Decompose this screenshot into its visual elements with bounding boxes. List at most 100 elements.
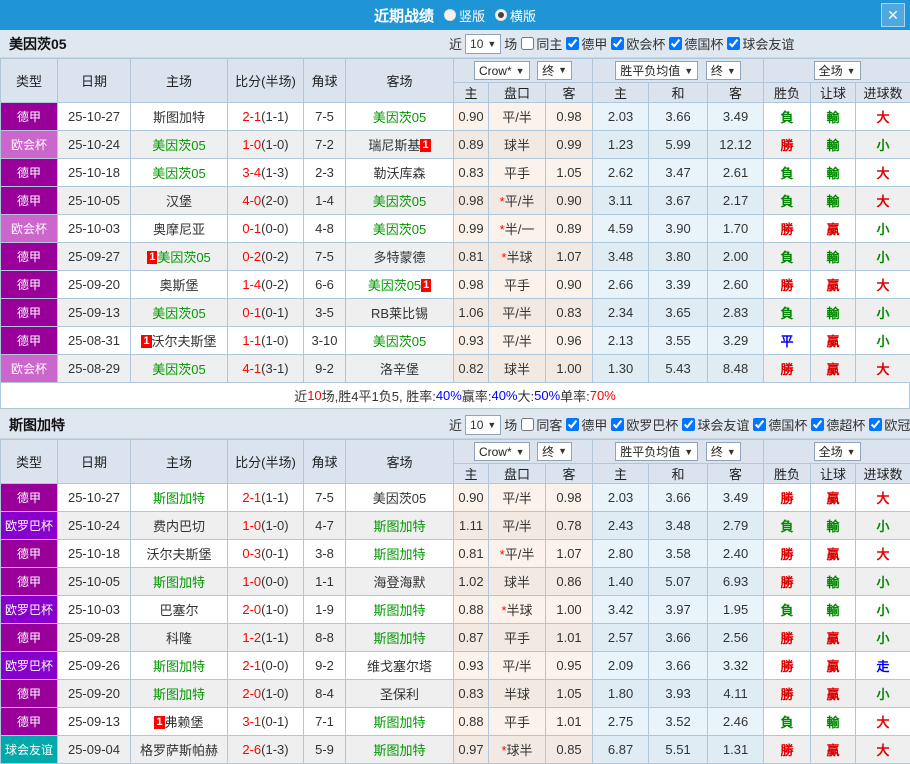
bookmaker-select[interactable]: Crow*▼ bbox=[474, 61, 530, 80]
league-checkbox[interactable] bbox=[611, 37, 624, 50]
league-checkbox[interactable] bbox=[753, 418, 766, 431]
avg-odds-select[interactable]: 胜平负均值▼ bbox=[615, 61, 698, 80]
home-team-cell: 费内巴切 bbox=[131, 512, 228, 540]
team2-name: 斯图加特 bbox=[9, 415, 449, 435]
away-team-cell: 斯图加特 bbox=[346, 624, 454, 652]
col-corner: 角球 bbox=[304, 440, 346, 484]
asian-odds-cell: 0.98 bbox=[454, 187, 489, 215]
avg-odds-cell: 2.34 bbox=[593, 299, 649, 327]
same-venue-option[interactable]: 同客 bbox=[520, 415, 562, 434]
halftime-score: (0-0) bbox=[261, 658, 288, 673]
corner-cell: 8-8 bbox=[304, 624, 346, 652]
league-filter-option[interactable]: 德国杯 bbox=[668, 34, 723, 53]
fulltime-score: 3-4 bbox=[242, 165, 261, 180]
handicap-cell: 平/半 bbox=[489, 327, 546, 355]
league-filter-option[interactable]: 欧会杯 bbox=[610, 34, 665, 53]
handicap-result-cell: 贏 bbox=[811, 484, 856, 512]
dropdown-arrow-icon: ▼ bbox=[558, 65, 567, 75]
team-label: 美因茨05 bbox=[157, 250, 210, 265]
bookmaker-select[interactable]: Crow*▼ bbox=[474, 442, 530, 461]
handicap-cell: *球半 bbox=[489, 736, 546, 764]
close-icon[interactable]: ✕ bbox=[881, 3, 905, 27]
avg-time-select[interactable]: 终▼ bbox=[706, 442, 741, 461]
same-venue-option[interactable]: 同主 bbox=[520, 34, 562, 53]
halftime-score: (1-0) bbox=[261, 518, 288, 533]
score-cell: 3-1(0-1) bbox=[228, 708, 304, 736]
fulltime-score: 2-0 bbox=[242, 602, 261, 617]
league-filter-option[interactable]: 欧冠杯 bbox=[868, 415, 910, 434]
period-select[interactable]: 全场▼ bbox=[814, 442, 861, 461]
league-checkbox[interactable] bbox=[669, 37, 682, 50]
col-avg-away: 客 bbox=[708, 464, 764, 484]
avg-odds-select[interactable]: 胜平负均值▼ bbox=[615, 442, 698, 461]
team-label: 美因茨05 bbox=[152, 306, 205, 321]
match-date: 25-10-27 bbox=[58, 103, 131, 131]
league-filter-option[interactable]: 德超杯 bbox=[810, 415, 865, 434]
layout-vertical-radio[interactable]: 竖版 bbox=[444, 6, 485, 25]
league-checkbox[interactable] bbox=[566, 37, 579, 50]
league-filter-option[interactable]: 德国杯 bbox=[752, 415, 807, 434]
avg-odds-cell: 2.43 bbox=[593, 512, 649, 540]
wdl-result-cell: 平 bbox=[764, 327, 811, 355]
team-label: 维戈塞尔塔 bbox=[367, 659, 432, 674]
recent-count-select[interactable]: 10 ▼ bbox=[465, 415, 501, 435]
halftime-score: (1-3) bbox=[261, 165, 288, 180]
radio-selected-icon bbox=[495, 9, 507, 21]
col-wdl: 胜负 bbox=[764, 83, 811, 103]
team-label: 斯图加特 bbox=[373, 743, 425, 758]
match-row: 德甲25-08-311沃尔夫斯堡1-1(1-0)3-10美因茨050.93平/半… bbox=[1, 327, 910, 355]
league-filter-option[interactable]: 球会友谊 bbox=[681, 415, 749, 434]
avg-odds-cell: 3.93 bbox=[649, 680, 708, 708]
league-checkbox[interactable] bbox=[727, 37, 740, 50]
dropdown-arrow-icon: ▼ bbox=[847, 66, 856, 76]
away-team-cell: RB莱比锡 bbox=[346, 299, 454, 327]
halftime-score: (0-1) bbox=[261, 714, 288, 729]
league-filter-option[interactable]: 球会友谊 bbox=[726, 34, 794, 53]
home-team-cell: 奥斯堡 bbox=[131, 271, 228, 299]
team-label: 圣保利 bbox=[380, 687, 419, 702]
home-team-cell: 斯图加特 bbox=[131, 680, 228, 708]
odds-time-select[interactable]: 终▼ bbox=[537, 61, 572, 80]
away-team-cell: 美因茨05 bbox=[346, 327, 454, 355]
goals-result-cell: 大 bbox=[856, 103, 910, 131]
avg-odds-cell: 3.42 bbox=[593, 596, 649, 624]
same-venue-checkbox[interactable] bbox=[521, 418, 534, 431]
team-label: 美因茨05 bbox=[152, 138, 205, 153]
away-team-cell: 维戈塞尔塔 bbox=[346, 652, 454, 680]
avg-time-select[interactable]: 终▼ bbox=[706, 61, 741, 80]
score-cell: 0-3(0-1) bbox=[228, 540, 304, 568]
corner-cell: 3-10 bbox=[304, 327, 346, 355]
layout-horizontal-radio[interactable]: 横版 bbox=[495, 6, 536, 25]
col-odds-home: 主 bbox=[454, 83, 489, 103]
recent-count-select[interactable]: 10 ▼ bbox=[465, 34, 501, 54]
asian-odds-cell: 0.95 bbox=[546, 652, 593, 680]
asian-odds-cell: 0.90 bbox=[454, 484, 489, 512]
league-checkbox[interactable] bbox=[682, 418, 695, 431]
period-select[interactable]: 全场▼ bbox=[814, 61, 861, 80]
league-filter-option[interactable]: 德甲 bbox=[565, 34, 607, 53]
league-checkbox[interactable] bbox=[611, 418, 624, 431]
summary-segment: 10 bbox=[307, 388, 321, 403]
col-handicap-result: 让球 bbox=[811, 464, 856, 484]
league-checkbox[interactable] bbox=[869, 418, 882, 431]
match-row: 欧会杯25-10-24美因茨051-0(1-0)7-2瑞尼斯基10.89球半0.… bbox=[1, 131, 910, 159]
dropdown-arrow-icon: ▼ bbox=[684, 66, 693, 76]
league-filter-option[interactable]: 德甲 bbox=[565, 415, 607, 434]
team-label: 美因茨05 bbox=[373, 491, 426, 506]
goals-result-cell: 小 bbox=[856, 568, 910, 596]
league-checkbox[interactable] bbox=[811, 418, 824, 431]
league-checkbox[interactable] bbox=[566, 418, 579, 431]
same-venue-checkbox[interactable] bbox=[521, 37, 534, 50]
avg-odds-cell: 1.70 bbox=[708, 215, 764, 243]
league-type-badge: 欧会杯 bbox=[1, 355, 58, 383]
score-cell: 2-0(1-0) bbox=[228, 596, 304, 624]
col-odds-away: 客 bbox=[546, 464, 593, 484]
avg-odds-cell: 2.46 bbox=[708, 708, 764, 736]
league-filter-option[interactable]: 欧罗巴杯 bbox=[610, 415, 678, 434]
corner-cell: 7-2 bbox=[304, 131, 346, 159]
league-type-badge: 德甲 bbox=[1, 624, 58, 652]
odds-time-select[interactable]: 终▼ bbox=[537, 442, 572, 461]
summary-segment: 40% bbox=[436, 388, 462, 403]
col-home: 主场 bbox=[131, 440, 228, 484]
asian-odds-cell: 1.07 bbox=[546, 243, 593, 271]
